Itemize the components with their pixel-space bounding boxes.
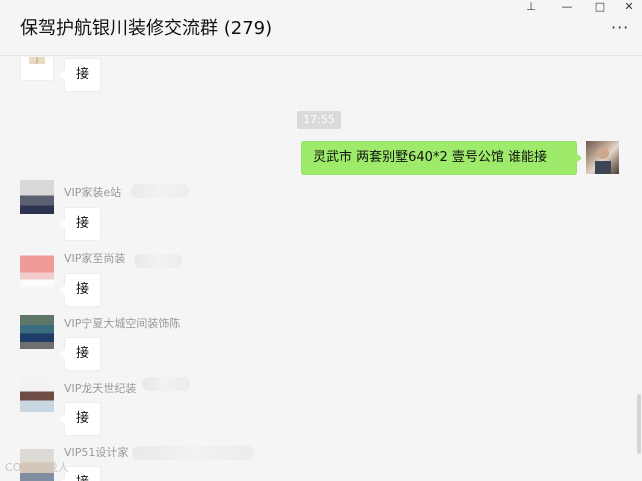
person-photo-icon — [595, 147, 611, 174]
close-button[interactable]: ✕ — [612, 0, 642, 16]
sender-name: VIP龙天世纪装 — [64, 382, 137, 395]
message-bubble[interactable]: 接 — [58, 273, 102, 307]
blurred-name — [132, 446, 254, 460]
message-bubble[interactable]: 接 — [58, 466, 102, 481]
blurred-name — [131, 184, 189, 198]
avatar[interactable] — [20, 253, 54, 287]
scrollbar[interactable] — [637, 394, 641, 454]
message-bubble-outgoing[interactable]: 灵武市 两套别墅640*2 壹号公馆 谁能接 — [301, 141, 582, 175]
self-avatar[interactable] — [586, 141, 619, 174]
watermark: CO 人民说人 — [5, 461, 69, 474]
pin-button[interactable]: ⊥ — [514, 0, 548, 16]
minimize-button[interactable]: — — [550, 0, 584, 16]
avatar[interactable]: J — [20, 57, 54, 81]
timestamp: 17:55 — [297, 111, 341, 129]
chat-title: 保驾护航银川装修交流群 (279) — [20, 18, 273, 39]
avatar[interactable] — [20, 180, 54, 214]
logo-icon: J — [29, 57, 45, 64]
message-bubble[interactable]: 接 — [58, 402, 102, 436]
blurred-name — [142, 377, 190, 391]
sender-name: VIP家装e站 — [64, 186, 122, 199]
blurred-name — [134, 254, 182, 268]
sender-name: VIP宁夏大城空间装饰陈 — [64, 317, 181, 330]
message-bubble[interactable]: 接 — [58, 207, 102, 241]
sender-name: VIP家至尚装 — [64, 252, 126, 265]
message-bubble[interactable]: 接 — [58, 337, 102, 371]
sender-name: VIP51设计家 — [64, 446, 129, 459]
more-options-icon[interactable]: ··· — [611, 20, 635, 36]
title-bar: 保驾护航银川装修交流群 (279) ⊥ — □ ✕ ··· — [0, 0, 642, 56]
avatar[interactable] — [20, 378, 54, 412]
avatar[interactable] — [20, 315, 54, 349]
message-list[interactable]: J 接 17:55 灵武市 两套别墅640*2 壹号公馆 谁能接 VIP家装e站… — [0, 57, 642, 481]
message-bubble[interactable]: 接 — [58, 58, 102, 92]
svg-text:J: J — [35, 57, 38, 64]
